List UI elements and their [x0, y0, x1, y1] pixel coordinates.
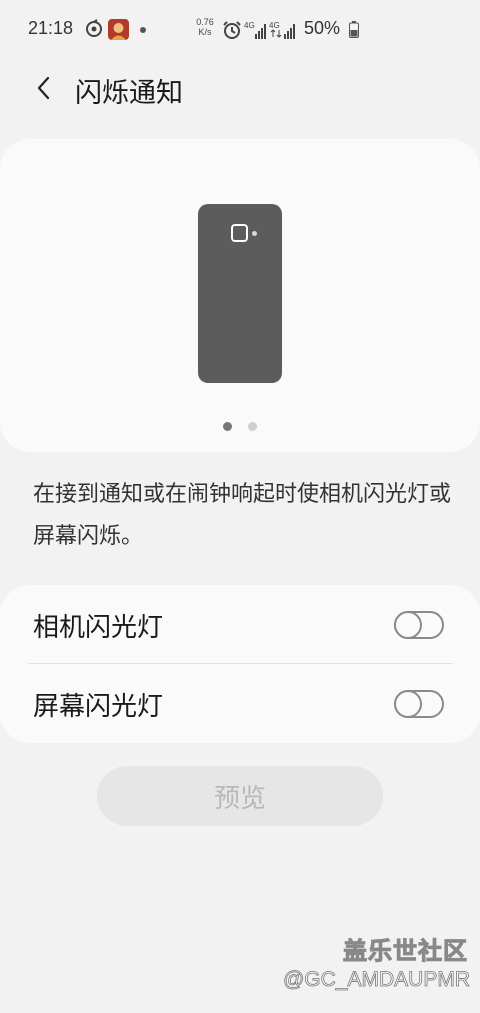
- toggle-knob: [394, 611, 422, 639]
- battery-percent: 50%: [304, 18, 341, 38]
- page-title: 闪烁通知: [75, 78, 183, 109]
- watermark-logo: 盖乐世社区: [343, 937, 468, 966]
- setting-label-camera-flash: 相机闪光灯: [33, 613, 164, 643]
- 4g-signal-icon: 4G: [244, 21, 266, 39]
- network-speed-unit: K/s: [198, 27, 212, 37]
- page-dot-2[interactable]: [248, 422, 257, 431]
- app-avatar-icon: [108, 19, 129, 40]
- toggle-knob: [394, 690, 422, 718]
- setting-row-screen-flash[interactable]: 屏幕闪光灯: [0, 664, 480, 743]
- svg-text:4G: 4G: [269, 21, 280, 30]
- chevron-left-icon: [37, 76, 50, 100]
- camera-flash-toggle[interactable]: [394, 611, 444, 639]
- status-bar: 21:18 0.76 K/s 4G 4G 50%: [0, 0, 480, 60]
- setting-row-camera-flash[interactable]: 相机闪光灯: [0, 585, 480, 664]
- page-dot-1[interactable]: [223, 422, 232, 431]
- battery-icon: [349, 21, 359, 38]
- setting-label-screen-flash: 屏幕闪光灯: [33, 692, 164, 722]
- watermark-handle: @GC_AMDAUPMR: [282, 968, 471, 992]
- svg-text:4G: 4G: [244, 21, 255, 30]
- preview-button[interactable]: 预览: [97, 766, 383, 826]
- sync-icon: [86, 19, 102, 37]
- status-time: 21:18: [28, 18, 74, 38]
- back-button[interactable]: [24, 68, 64, 108]
- camera-icon: [231, 224, 248, 242]
- preview-card: [0, 139, 480, 452]
- notification-dot-icon: [140, 27, 146, 33]
- flash-icon: [252, 231, 257, 236]
- 4g-signal-icon: 4G: [269, 21, 295, 39]
- alarm-icon: [223, 21, 241, 39]
- description-text: 在接到通知或在闹钟响起时使相机闪光灯或屏幕闪烁。: [33, 482, 452, 549]
- network-speed: 0.76 K/s: [194, 17, 216, 37]
- phone-illustration: [198, 204, 282, 383]
- settings-card: 相机闪光灯 屏幕闪光灯: [0, 585, 480, 743]
- network-speed-value: 0.76: [196, 17, 214, 27]
- page-indicator[interactable]: [223, 422, 257, 431]
- screen-flash-toggle[interactable]: [394, 690, 444, 718]
